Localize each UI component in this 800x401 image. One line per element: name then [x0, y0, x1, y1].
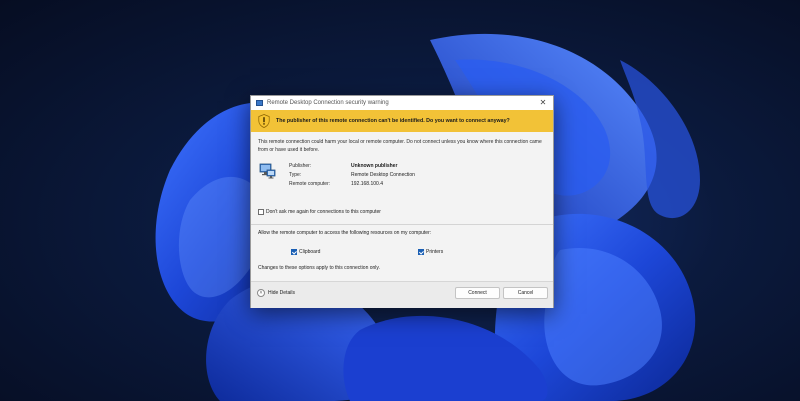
remote-desktop-app-icon	[256, 100, 263, 106]
warning-description: This remote connection could harm your l…	[258, 139, 542, 153]
close-button[interactable]: ✕	[538, 97, 548, 108]
hide-details-button[interactable]: ˄ Hide Details	[257, 289, 295, 297]
printers-checkbox[interactable]	[418, 249, 424, 255]
cancel-button[interactable]: Cancel	[503, 287, 548, 299]
publisher-row: Publisher: Unknown publisher	[289, 162, 415, 171]
dont-ask-again-option[interactable]: Don't ask me again for connections to th…	[258, 209, 381, 215]
clipboard-label: Clipboard	[299, 249, 321, 255]
connection-details: Publisher: Unknown publisher Type: Remot…	[289, 162, 415, 189]
publisher-value: Unknown publisher	[351, 163, 398, 169]
remote-computer-label: Remote computer:	[289, 181, 331, 187]
hide-details-label: Hide Details	[268, 290, 295, 296]
publisher-label: Publisher:	[289, 163, 312, 169]
changes-note: Changes to these options apply to this c…	[258, 265, 380, 271]
dont-ask-again-label: Don't ask me again for connections to th…	[266, 209, 381, 215]
allow-resources-text: Allow the remote computer to access the …	[258, 230, 432, 236]
title-bar: Remote Desktop Connection security warni…	[251, 96, 553, 110]
remote-computer-icon	[259, 163, 276, 179]
chevron-up-icon: ˄	[257, 289, 265, 297]
type-value: Remote Desktop Connection	[351, 172, 415, 178]
warning-banner: The publisher of this remote connection …	[251, 110, 553, 132]
clipboard-option[interactable]: Clipboard	[291, 249, 320, 255]
section-divider	[251, 224, 553, 225]
remote-computer-row: Remote computer: 192.168.100.4	[289, 180, 415, 189]
dont-ask-again-checkbox[interactable]	[258, 209, 264, 215]
dialog-footer: ˄ Hide Details Connect Cancel	[251, 281, 553, 308]
printers-option[interactable]: Printers	[418, 249, 443, 255]
type-label: Type:	[289, 172, 302, 178]
type-row: Type: Remote Desktop Connection	[289, 171, 415, 180]
security-warning-dialog: Remote Desktop Connection security warni…	[250, 95, 554, 308]
remote-computer-value: 192.168.100.4	[351, 181, 383, 187]
printers-label: Printers	[426, 249, 444, 255]
connect-button[interactable]: Connect	[455, 287, 500, 299]
shield-warning-icon	[258, 114, 270, 128]
clipboard-checkbox[interactable]	[291, 249, 297, 255]
window-title: Remote Desktop Connection security warni…	[267, 100, 389, 106]
warning-headline: The publisher of this remote connection …	[276, 118, 510, 124]
